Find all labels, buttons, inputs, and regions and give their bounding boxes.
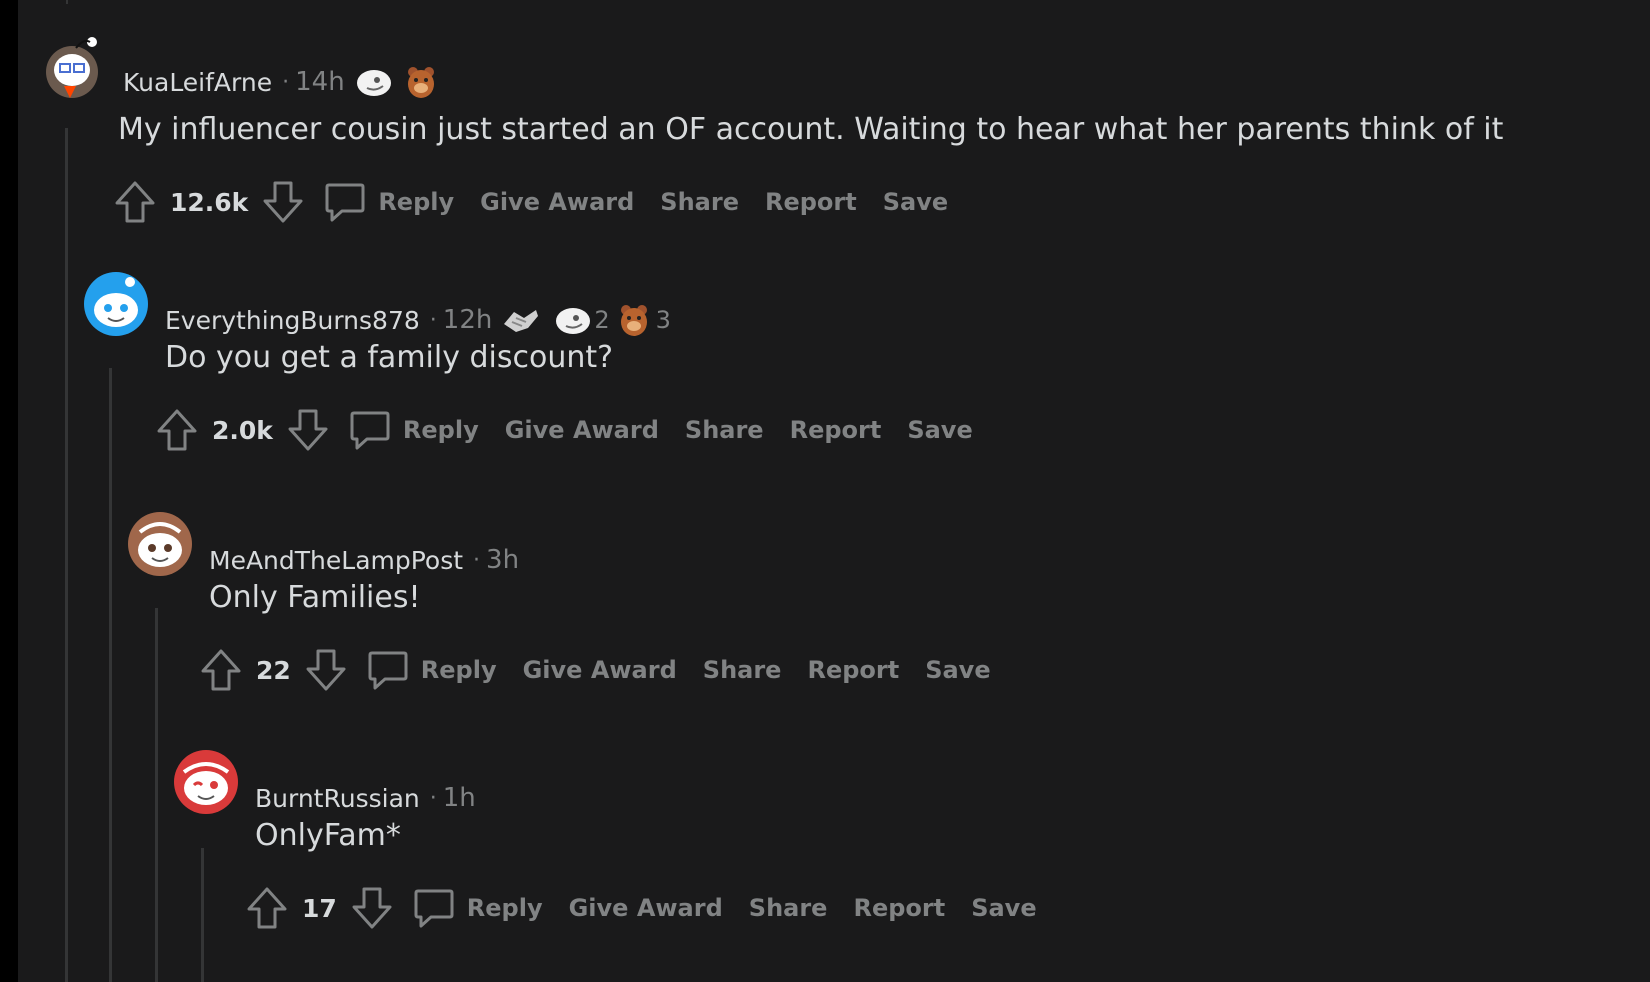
user-avatar-icon: [128, 512, 192, 576]
thread-line-level-1[interactable]: [65, 128, 68, 982]
award-bear[interactable]: [405, 64, 437, 100]
reply-label: Reply: [402, 416, 479, 444]
upvote-button[interactable]: [200, 648, 242, 692]
comment-meta: BurntRussian · 1h: [255, 778, 476, 818]
snoo-face-award-icon: [556, 308, 591, 334]
username[interactable]: MeAndTheLampPost: [209, 546, 463, 575]
share-button[interactable]: Share: [685, 416, 764, 444]
reply-button[interactable]: Reply: [324, 181, 454, 223]
vote-score: 17: [302, 893, 337, 923]
save-button[interactable]: Save: [971, 894, 1036, 922]
reply-label: Reply: [466, 894, 543, 922]
report-button[interactable]: Report: [853, 894, 945, 922]
comment-body: My influencer cousin just started an OF …: [118, 112, 1504, 147]
vote-score: 12.6k: [170, 187, 249, 217]
downvote-arrow-icon: [263, 181, 303, 223]
comment-actions: 12.6k Reply Give Award Share Report Save: [114, 178, 948, 226]
award-snoo-face[interactable]: 2: [554, 304, 610, 336]
timestamp[interactable]: 14h: [295, 67, 345, 97]
award-count: 2: [594, 306, 610, 334]
give-award-button[interactable]: Give Award: [523, 656, 677, 684]
upvote-button[interactable]: [156, 408, 198, 452]
report-button[interactable]: Report: [765, 188, 857, 216]
save-button[interactable]: Save: [925, 656, 990, 684]
comment-meta: EverythingBurns878 · 12h 2 3: [165, 300, 671, 340]
snoo-face-award-icon: [356, 70, 391, 96]
award-handshake[interactable]: [502, 304, 540, 336]
thread-line-level-3[interactable]: [155, 608, 158, 982]
save-button[interactable]: Save: [883, 188, 948, 216]
comment-meta: KuaLeifArne · 14h: [123, 62, 437, 102]
user-avatar-icon: [84, 272, 148, 336]
downvote-arrow-icon: [306, 649, 346, 691]
meta-separator: ·: [429, 307, 437, 333]
share-button[interactable]: Share: [660, 188, 739, 216]
avatar[interactable]: [40, 34, 104, 98]
award-bear[interactable]: 3: [618, 302, 671, 338]
give-award-button[interactable]: Give Award: [480, 188, 634, 216]
reply-button[interactable]: Reply: [413, 887, 543, 929]
thread-line-top[interactable]: [66, 0, 68, 4]
reply-label: Reply: [378, 188, 455, 216]
reply-button[interactable]: Reply: [349, 409, 479, 451]
meta-separator: ·: [429, 785, 437, 811]
save-button[interactable]: Save: [907, 416, 972, 444]
handshake-award-icon: [504, 310, 539, 332]
bear-award-icon: [620, 305, 647, 336]
reply-label: Reply: [420, 656, 497, 684]
timestamp[interactable]: 1h: [443, 783, 476, 813]
share-button[interactable]: Share: [749, 894, 828, 922]
user-avatar-icon: [46, 37, 98, 98]
downvote-arrow-icon: [288, 409, 328, 451]
username[interactable]: KuaLeifArne: [123, 68, 272, 97]
thread-line-level-2[interactable]: [109, 368, 112, 982]
upvote-arrow-icon: [157, 409, 197, 451]
avatar[interactable]: [174, 750, 238, 814]
bear-award-icon: [407, 67, 434, 98]
avatar[interactable]: [128, 512, 192, 576]
comment-bubble-icon: [368, 651, 408, 690]
meta-separator: ·: [473, 547, 481, 573]
timestamp[interactable]: 12h: [443, 305, 493, 335]
downvote-arrow-icon: [352, 887, 392, 929]
thread-line-level-4[interactable]: [201, 848, 204, 982]
comment-actions: 22 Reply Give Award Share Report Save: [200, 646, 991, 694]
downvote-button[interactable]: [262, 180, 304, 224]
comment-body: Do you get a family discount?: [165, 340, 614, 375]
downvote-button[interactable]: [305, 648, 347, 692]
upvote-button[interactable]: [246, 886, 288, 930]
give-award-button[interactable]: Give Award: [569, 894, 723, 922]
share-button[interactable]: Share: [703, 656, 782, 684]
comment-bubble-icon: [325, 183, 365, 222]
reply-button[interactable]: Reply: [367, 649, 497, 691]
report-button[interactable]: Report: [807, 656, 899, 684]
downvote-button[interactable]: [287, 408, 329, 452]
comment-thread-panel: KuaLeifArne · 14h My influencer cousin j…: [18, 0, 1650, 982]
report-button[interactable]: Report: [790, 416, 882, 444]
avatar[interactable]: [84, 272, 148, 336]
comment-actions: 17 Reply Give Award Share Report Save: [246, 884, 1037, 932]
comment-meta: MeAndTheLampPost · 3h: [209, 540, 519, 580]
upvote-arrow-icon: [201, 649, 241, 691]
downvote-button[interactable]: [351, 886, 393, 930]
timestamp[interactable]: 3h: [486, 545, 519, 575]
upvote-button[interactable]: [114, 180, 156, 224]
upvote-arrow-icon: [115, 181, 155, 223]
username[interactable]: EverythingBurns878: [165, 306, 420, 335]
vote-score: 22: [256, 655, 291, 685]
comment-bubble-icon: [350, 411, 390, 450]
upvote-arrow-icon: [247, 887, 287, 929]
comment-bubble-icon: [414, 889, 454, 928]
award-snoo-face[interactable]: [355, 66, 393, 98]
vote-score: 2.0k: [212, 415, 273, 445]
give-award-button[interactable]: Give Award: [505, 416, 659, 444]
comment-actions: 2.0k Reply Give Award Share Report Save: [156, 406, 973, 454]
award-count: 3: [655, 306, 671, 334]
meta-separator: ·: [282, 69, 290, 95]
user-avatar-icon: [174, 750, 238, 814]
comment-body: Only Families!: [209, 580, 421, 615]
username[interactable]: BurntRussian: [255, 784, 420, 813]
comment-body: OnlyFam*: [255, 818, 401, 853]
